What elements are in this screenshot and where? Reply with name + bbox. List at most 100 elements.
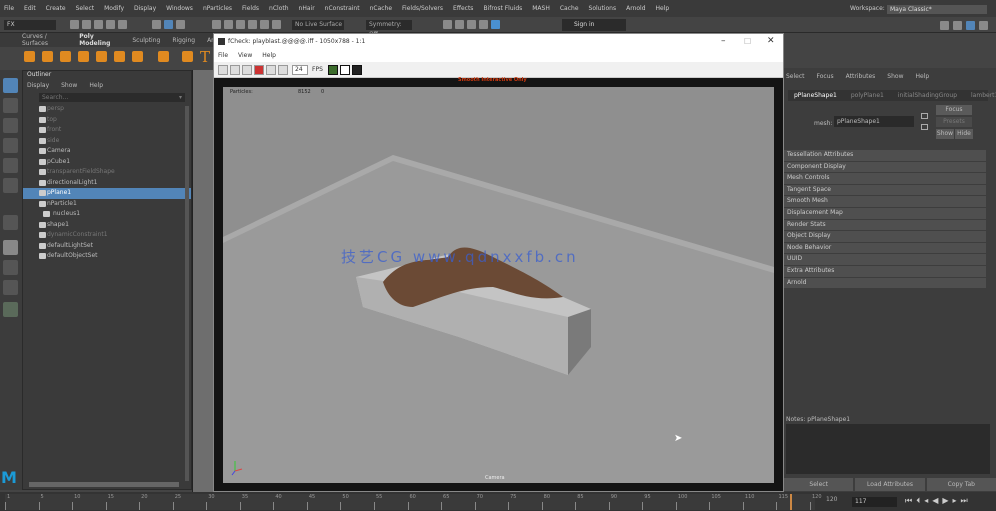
mesh-name-field[interactable]: pPlaneShape1 xyxy=(834,116,914,127)
attr-tab[interactable]: polyPlane1 xyxy=(851,92,884,99)
type-tool-icon[interactable]: T xyxy=(200,48,210,66)
menu-nconstraint[interactable]: nConstraint xyxy=(325,5,360,12)
attr-button[interactable]: Copy Tab xyxy=(926,478,996,491)
single-pane-layout-icon[interactable] xyxy=(3,215,18,230)
select-hierarchy-icon[interactable] xyxy=(152,20,161,29)
outliner-search-input[interactable]: Search... ▾ xyxy=(39,93,185,102)
outliner-item[interactable]: pPlane1 xyxy=(23,188,191,199)
graph-layout-icon[interactable] xyxy=(3,280,18,295)
attr-section-header[interactable]: Render Stats xyxy=(784,219,986,231)
attr-section-header[interactable]: Mesh Controls xyxy=(784,173,986,184)
redo-icon[interactable] xyxy=(118,20,127,29)
outliner-item[interactable]: transparentFieldShape xyxy=(23,167,191,178)
attr-tab[interactable]: initialShadingGroup xyxy=(898,92,957,99)
poly-cube-icon[interactable] xyxy=(42,51,53,62)
attr-menu-item[interactable]: Select xyxy=(786,73,805,80)
attr-section-header[interactable]: UUID xyxy=(784,254,986,265)
outliner-layout-icon[interactable] xyxy=(3,260,18,275)
attr-section-header[interactable]: Extra Attributes xyxy=(784,266,986,277)
playblast-menu-item[interactable]: View xyxy=(238,52,252,59)
zbuffer-icon[interactable] xyxy=(352,65,362,75)
show-button[interactable]: Show xyxy=(936,129,954,139)
menu-modify[interactable]: Modify xyxy=(104,5,124,12)
poly-cone-icon[interactable] xyxy=(78,51,89,62)
menu-nparticles[interactable]: nParticles xyxy=(203,5,232,12)
outliner-menu-item[interactable]: Help xyxy=(89,82,103,89)
workspace-dropdown[interactable]: Maya Classic* xyxy=(887,5,987,14)
snap-surface-icon[interactable] xyxy=(260,20,269,29)
attr-tab[interactable]: pPlaneShape1 xyxy=(794,92,837,99)
attr-section-header[interactable]: Component Display xyxy=(784,161,986,173)
playblast-menu-item[interactable]: Help xyxy=(262,52,276,59)
focus-node-icon[interactable] xyxy=(921,113,928,119)
show-node-icon[interactable] xyxy=(921,124,928,130)
render-frame-icon[interactable] xyxy=(455,20,464,29)
poly-torus-icon[interactable] xyxy=(96,51,107,62)
menu-solutions[interactable]: Solutions xyxy=(589,5,617,12)
attribute-editor-toggle-icon[interactable] xyxy=(966,21,975,30)
attr-section-header[interactable]: Displacement Map xyxy=(784,208,986,219)
menu-nhair[interactable]: nHair xyxy=(299,5,315,12)
menu-arnold[interactable]: Arnold xyxy=(626,5,645,12)
outliner-menu-item[interactable]: Display xyxy=(27,82,49,89)
outliner-h-scrollbar[interactable] xyxy=(29,482,179,487)
shelf-tab[interactable]: Curves / Surfaces xyxy=(22,33,67,47)
menu-fields-solvers[interactable]: Fields/Solvers xyxy=(402,5,443,12)
select-component-icon[interactable] xyxy=(176,20,185,29)
persp-outliner-icon[interactable] xyxy=(3,302,18,317)
go-to-start-icon[interactable] xyxy=(218,65,228,75)
snap-view-icon[interactable] xyxy=(272,20,281,29)
ipr-render-icon[interactable] xyxy=(467,20,476,29)
current-time-marker[interactable] xyxy=(789,494,792,510)
attr-section-header[interactable]: Node Behavior xyxy=(784,242,986,254)
outliner-item[interactable]: nParticle1 xyxy=(23,199,191,210)
menu-help[interactable]: Help xyxy=(656,5,670,12)
menu-ncloth[interactable]: nCloth xyxy=(269,5,289,12)
attr-button[interactable]: Load Attributes xyxy=(855,478,925,491)
step-back-key-icon[interactable]: ⏴ xyxy=(916,496,920,506)
shelf-tab[interactable]: Rigging xyxy=(172,37,195,44)
outliner-item[interactable]: pCube1 xyxy=(23,157,191,168)
menu-ncache[interactable]: nCache xyxy=(370,5,392,12)
snap-grid-icon[interactable] xyxy=(212,20,221,29)
attr-section-header[interactable]: Smooth Mesh xyxy=(784,196,986,207)
live-surface-field[interactable]: No Live Surface xyxy=(292,20,344,30)
paint-select-icon[interactable] xyxy=(3,118,18,133)
lasso-tool-icon[interactable] xyxy=(3,98,18,113)
snap-point-icon[interactable] xyxy=(236,20,245,29)
menu-fields[interactable]: Fields xyxy=(242,5,259,12)
attr-tab[interactable]: lambert1 xyxy=(971,92,996,99)
step-back-frame-icon[interactable]: ◂ xyxy=(924,496,928,506)
outliner-item[interactable]: shape1 xyxy=(23,220,191,231)
attr-section-header[interactable]: Tangent Space xyxy=(784,184,986,196)
render-view-icon[interactable] xyxy=(443,20,452,29)
character-controls-icon[interactable] xyxy=(953,21,962,30)
maximize-icon[interactable]: ☐ xyxy=(744,34,751,49)
play-backward-icon[interactable]: ◀ xyxy=(932,496,938,506)
loop-icon[interactable] xyxy=(278,65,288,75)
menu-cache[interactable]: Cache xyxy=(560,5,579,12)
snap-plane-icon[interactable] xyxy=(248,20,257,29)
close-icon[interactable]: ✕ xyxy=(767,34,775,49)
step-back-icon[interactable] xyxy=(230,65,240,75)
outliner-item[interactable]: front xyxy=(23,125,191,136)
scale-tool-icon[interactable] xyxy=(3,178,18,193)
menu-create[interactable]: Create xyxy=(46,5,66,12)
menu-bifrost-fluids[interactable]: Bifrost Fluids xyxy=(483,5,522,12)
attr-menu-item[interactable]: Help xyxy=(915,73,929,80)
super-shape-icon[interactable] xyxy=(182,51,193,62)
notes-field[interactable] xyxy=(786,424,990,474)
minimize-icon[interactable]: – xyxy=(721,34,726,49)
menu-edit[interactable]: Edit xyxy=(24,5,36,12)
outliner-item[interactable]: top xyxy=(23,115,191,126)
playblast-menu-item[interactable]: File xyxy=(218,52,228,59)
attr-section-header[interactable]: Tessellation Attributes xyxy=(784,150,986,161)
play-forward-icon[interactable]: ▶ xyxy=(942,496,948,506)
rotate-tool-icon[interactable] xyxy=(3,158,18,173)
play-forward-icon[interactable] xyxy=(266,65,276,75)
focus-button[interactable]: Focus xyxy=(936,105,972,115)
open-scene-icon[interactable] xyxy=(82,20,91,29)
symmetry-dropdown[interactable]: Symmetry: Off xyxy=(366,20,412,38)
go-to-start-icon[interactable]: ⏮ xyxy=(905,496,912,506)
poly-plane-icon[interactable] xyxy=(114,51,125,62)
